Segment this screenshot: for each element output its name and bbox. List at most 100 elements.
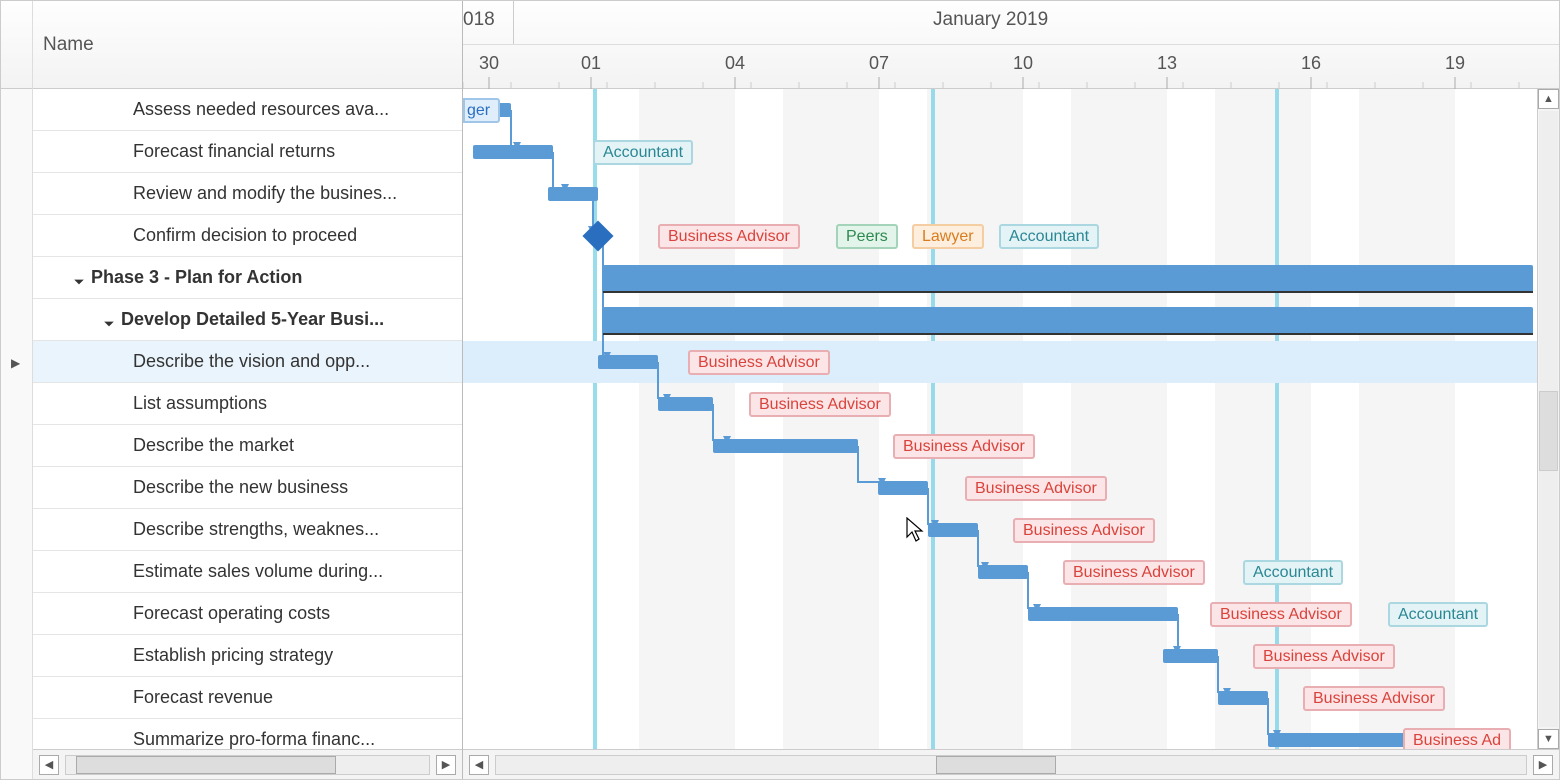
task-row[interactable]: Describe strengths, weaknes... bbox=[33, 509, 462, 551]
resource-tag[interactable]: Accountant bbox=[1388, 602, 1488, 627]
resource-tag[interactable]: Business Advisor bbox=[1253, 644, 1395, 669]
scroll-left-button[interactable]: ◀ bbox=[39, 755, 59, 775]
resource-tag[interactable]: Business Advisor bbox=[1013, 518, 1155, 543]
resource-tag[interactable]: Business Advisor bbox=[1210, 602, 1352, 627]
task-row[interactable]: Describe the vision and opp... bbox=[33, 341, 462, 383]
resource-tag[interactable]: Business Advisor bbox=[1303, 686, 1445, 711]
resource-tag[interactable]: Accountant bbox=[1243, 560, 1343, 585]
task-name-label: Assess needed resources ava... bbox=[133, 99, 462, 120]
resource-tag[interactable]: ger bbox=[463, 98, 500, 123]
resource-tag[interactable]: Accountant bbox=[593, 140, 693, 165]
day-label: 30 bbox=[479, 53, 499, 74]
resource-tag[interactable]: Accountant bbox=[999, 224, 1099, 249]
task-name-label: Forecast financial returns bbox=[133, 141, 462, 162]
scroll-thumb[interactable] bbox=[1539, 391, 1558, 471]
gantt-chart-area[interactable]: ger Accountant Business Advisor Peers Lawyer… bbox=[463, 89, 1559, 749]
scroll-track[interactable] bbox=[1539, 111, 1558, 727]
minor-tick bbox=[1039, 82, 1040, 89]
scroll-thumb[interactable] bbox=[936, 756, 1056, 774]
resource-tag[interactable]: Business Advisor bbox=[1063, 560, 1205, 585]
gantt-task-bar[interactable] bbox=[1028, 607, 1178, 621]
gantt-task-bar[interactable] bbox=[658, 397, 713, 411]
gantt-task-bar[interactable] bbox=[978, 565, 1028, 579]
resource-tag[interactable]: Business Advisor bbox=[749, 392, 891, 417]
gantt-task-bar[interactable] bbox=[598, 355, 658, 369]
gantt-summary-bar[interactable] bbox=[603, 265, 1533, 291]
task-name-label: Confirm decision to proceed bbox=[133, 225, 462, 246]
task-row[interactable]: Describe the new business bbox=[33, 467, 462, 509]
minor-tick bbox=[559, 82, 560, 89]
task-name-label: Describe the new business bbox=[133, 477, 462, 498]
expand-toggle-icon[interactable] bbox=[103, 314, 115, 326]
gantt-task-bar[interactable] bbox=[928, 523, 978, 537]
day-tick bbox=[735, 77, 736, 89]
left-horizontal-scrollbar[interactable]: ◀ ▶ bbox=[33, 749, 462, 779]
expand-toggle-icon[interactable] bbox=[73, 272, 85, 284]
gantt-task-bar[interactable] bbox=[1163, 649, 1218, 663]
minor-tick bbox=[1423, 82, 1424, 89]
day-label: 13 bbox=[1157, 53, 1177, 74]
task-name-panel: Name Assess needed resources ava... Forec… bbox=[33, 1, 463, 779]
gantt-task-bar[interactable] bbox=[713, 439, 858, 453]
month-separator bbox=[513, 1, 514, 44]
resource-tag[interactable]: Lawyer bbox=[912, 224, 984, 249]
gantt-task-bar[interactable] bbox=[473, 145, 553, 159]
gantt-task-bar[interactable] bbox=[1218, 691, 1268, 705]
scroll-track[interactable] bbox=[495, 755, 1527, 775]
task-row[interactable]: Forecast revenue bbox=[33, 677, 462, 719]
task-row[interactable]: Summarize pro-forma financ... bbox=[33, 719, 462, 749]
resource-tag[interactable]: Business Ad bbox=[1403, 728, 1511, 749]
minor-tick bbox=[799, 82, 800, 89]
scroll-left-button[interactable]: ◀ bbox=[469, 755, 489, 775]
resource-tag[interactable]: Business Advisor bbox=[893, 434, 1035, 459]
scroll-up-button[interactable]: ▲ bbox=[1538, 89, 1559, 109]
summary-baseline bbox=[603, 333, 1533, 335]
task-name-label: Forecast revenue bbox=[133, 687, 462, 708]
minor-tick bbox=[1327, 82, 1328, 89]
gantt-task-bar[interactable] bbox=[548, 187, 598, 201]
scroll-thumb[interactable] bbox=[76, 756, 336, 774]
day-tick bbox=[1311, 77, 1312, 89]
task-row[interactable]: Confirm decision to proceed bbox=[33, 215, 462, 257]
gantt-summary-bar[interactable] bbox=[603, 307, 1533, 333]
task-row[interactable]: Forecast financial returns bbox=[33, 131, 462, 173]
month-row: 018 January 2019 bbox=[463, 1, 1559, 45]
day-label: 07 bbox=[869, 53, 889, 74]
scroll-right-button[interactable]: ▶ bbox=[436, 755, 456, 775]
task-row[interactable]: Review and modify the busines... bbox=[33, 173, 462, 215]
gantt-task-bar[interactable] bbox=[1268, 733, 1413, 747]
day-tick bbox=[1167, 77, 1168, 89]
task-row[interactable]: Assess needed resources ava... bbox=[33, 89, 462, 131]
task-name-label: Estimate sales volume during... bbox=[133, 561, 462, 582]
summary-baseline bbox=[603, 291, 1533, 293]
minor-tick bbox=[511, 82, 512, 89]
gantt-row bbox=[463, 89, 1559, 131]
task-row[interactable]: Phase 3 - Plan for Action bbox=[33, 257, 462, 299]
resource-tag[interactable]: Business Advisor bbox=[688, 350, 830, 375]
scroll-track[interactable] bbox=[65, 755, 430, 775]
resource-tag[interactable]: Business Advisor bbox=[658, 224, 800, 249]
gantt-task-bar[interactable] bbox=[878, 481, 928, 495]
name-column-header[interactable]: Name bbox=[33, 1, 462, 89]
task-name-label: Develop Detailed 5-Year Busi... bbox=[121, 309, 462, 330]
task-row[interactable]: List assumptions bbox=[33, 383, 462, 425]
task-row[interactable]: Describe the market bbox=[33, 425, 462, 467]
day-tick bbox=[1455, 77, 1456, 89]
resource-tag[interactable]: Business Advisor bbox=[965, 476, 1107, 501]
task-row[interactable]: Develop Detailed 5-Year Busi... bbox=[33, 299, 462, 341]
day-tick bbox=[591, 77, 592, 89]
resource-tag[interactable]: Peers bbox=[836, 224, 898, 249]
scroll-right-button[interactable]: ▶ bbox=[1533, 755, 1553, 775]
vertical-scrollbar[interactable]: ▲ ▼ bbox=[1537, 89, 1559, 749]
current-row-indicator-icon: ▶ bbox=[11, 356, 20, 370]
scroll-down-button[interactable]: ▼ bbox=[1538, 729, 1559, 749]
timescale-header: 018 January 2019 3001040710131619 bbox=[463, 1, 1559, 89]
task-row[interactable]: Forecast operating costs bbox=[33, 593, 462, 635]
gantt-row bbox=[463, 173, 1559, 215]
minor-tick bbox=[607, 82, 608, 89]
task-row[interactable]: Estimate sales volume during... bbox=[33, 551, 462, 593]
task-row[interactable]: Establish pricing strategy bbox=[33, 635, 462, 677]
month-label-current: January 2019 bbox=[933, 9, 1048, 31]
row-indicator-gutter: ▶ bbox=[1, 1, 33, 779]
right-horizontal-scrollbar[interactable]: ◀ ▶ bbox=[463, 749, 1559, 779]
